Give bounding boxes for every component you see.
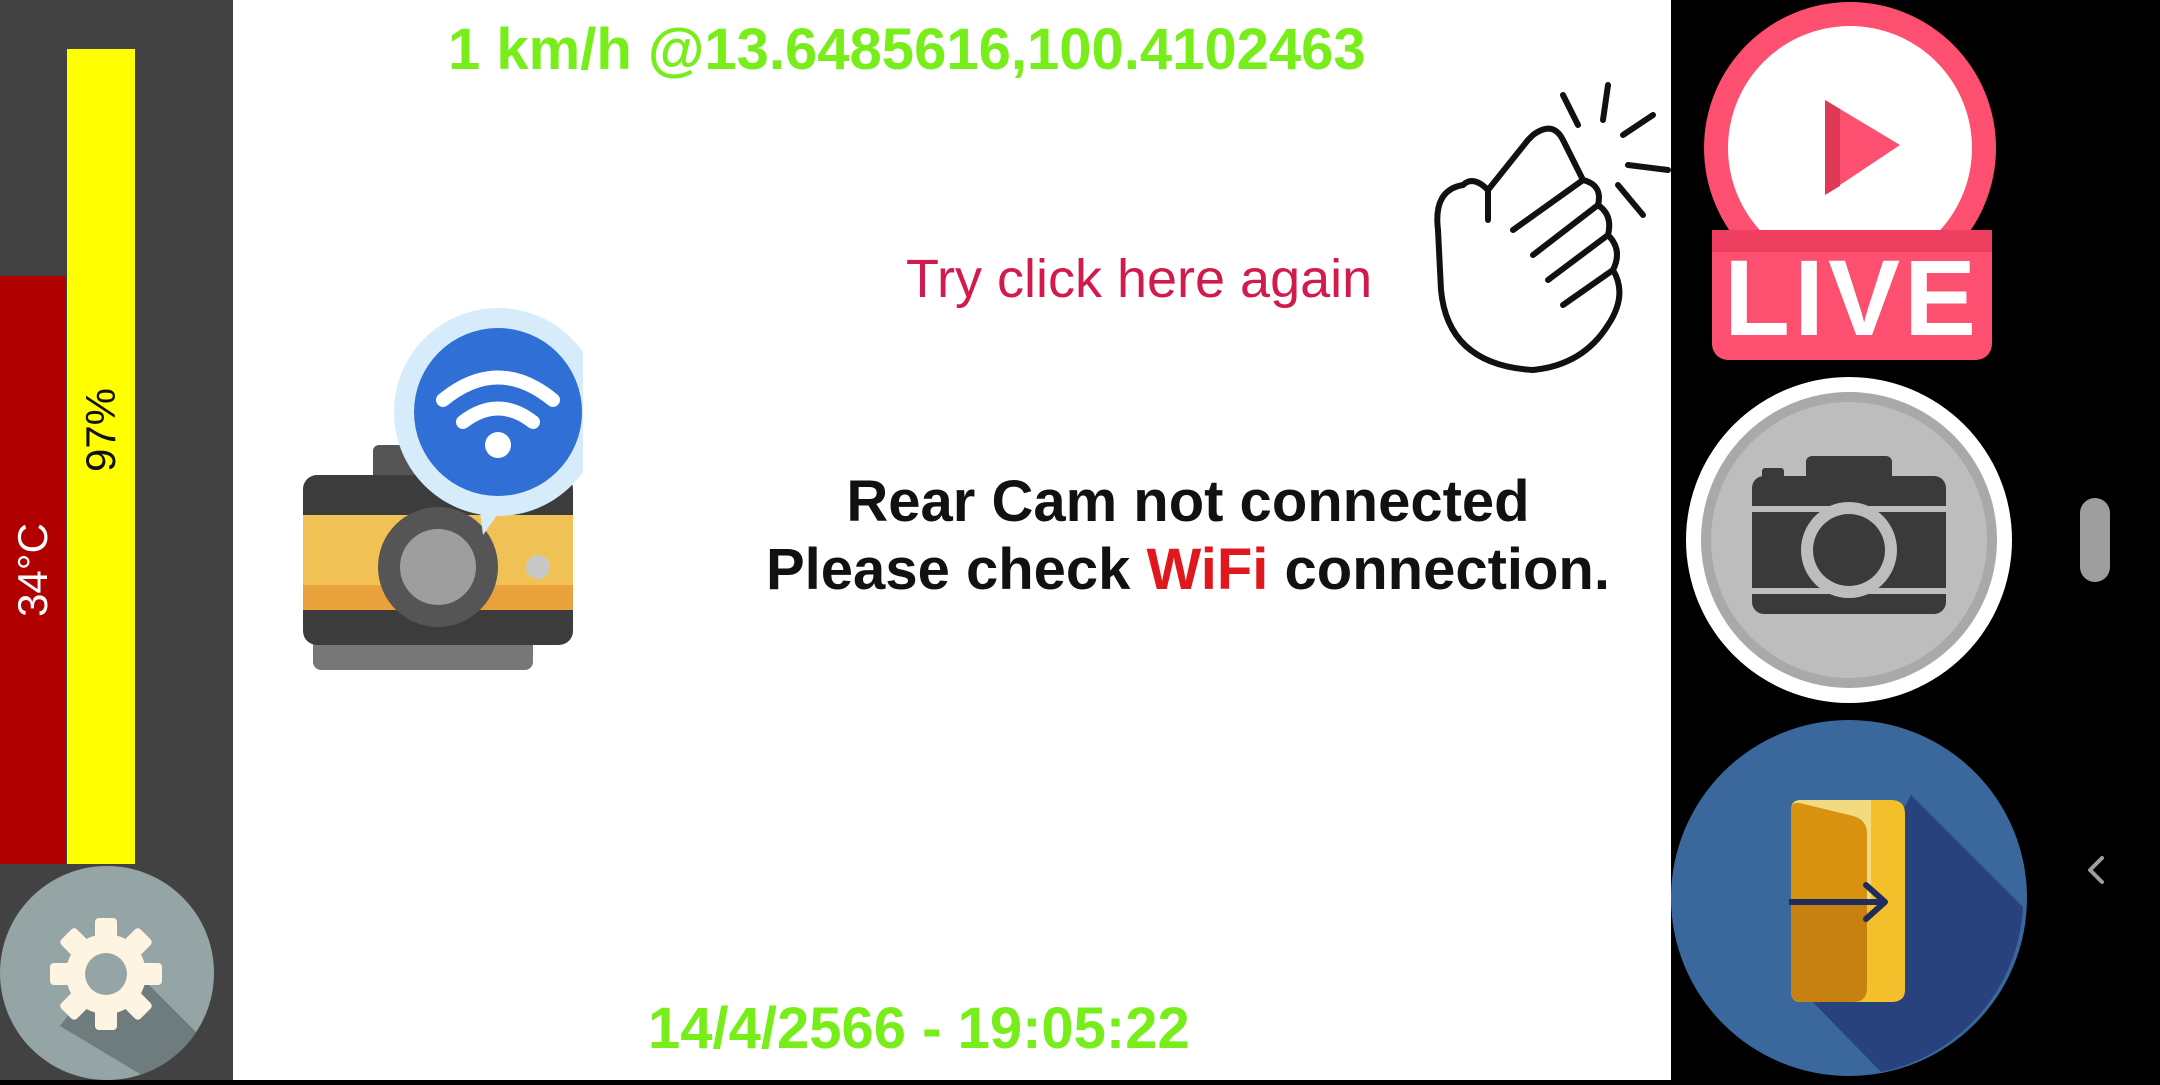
exit-button[interactable] (1671, 720, 2028, 1080)
timestamp: 14/4/2566 - 19:05:22 (648, 996, 1190, 1061)
exit-door-icon (1671, 720, 2027, 1076)
camera-view: 1 km/h @13.6485616,100.4102463 Try click… (233, 0, 1671, 1080)
status-line-2-suffix: connection. (1268, 537, 1610, 602)
temperature-label: 34°C (9, 523, 56, 617)
live-label: LIVE (1723, 237, 1981, 358)
status-line-2: Please check WiFi connection. (688, 536, 1671, 604)
settings-button[interactable] (0, 866, 214, 1080)
status-line-1: Rear Cam not connected (846, 469, 1530, 534)
status-line-2-prefix: Please check (766, 537, 1147, 602)
live-button[interactable]: LIVE (1700, 0, 2000, 365)
temperature-label-wrap: 34°C (0, 276, 66, 864)
gps-speed-readout: 1 km/h @13.6485616,100.4102463 (448, 17, 1366, 82)
home-pill[interactable] (2080, 498, 2110, 582)
wifi-highlight: WiFi (1146, 537, 1269, 602)
tap-hand-icon[interactable] (1413, 80, 1671, 380)
battery-label: 97% (77, 387, 124, 473)
connection-status-message: Rear Cam not connected Please check WiFi… (688, 468, 1671, 604)
capture-button[interactable] (1686, 376, 2012, 704)
battery-label-wrap: 97% (67, 24, 135, 864)
gear-icon (50, 918, 214, 1080)
camera-wifi-icon (303, 308, 583, 670)
camera-icon (1686, 377, 2012, 703)
back-chevron-icon[interactable] (2080, 848, 2110, 892)
left-status-panel: 34°C 97% (0, 0, 233, 1080)
retry-hint-text[interactable]: Try click here again (906, 248, 1372, 310)
